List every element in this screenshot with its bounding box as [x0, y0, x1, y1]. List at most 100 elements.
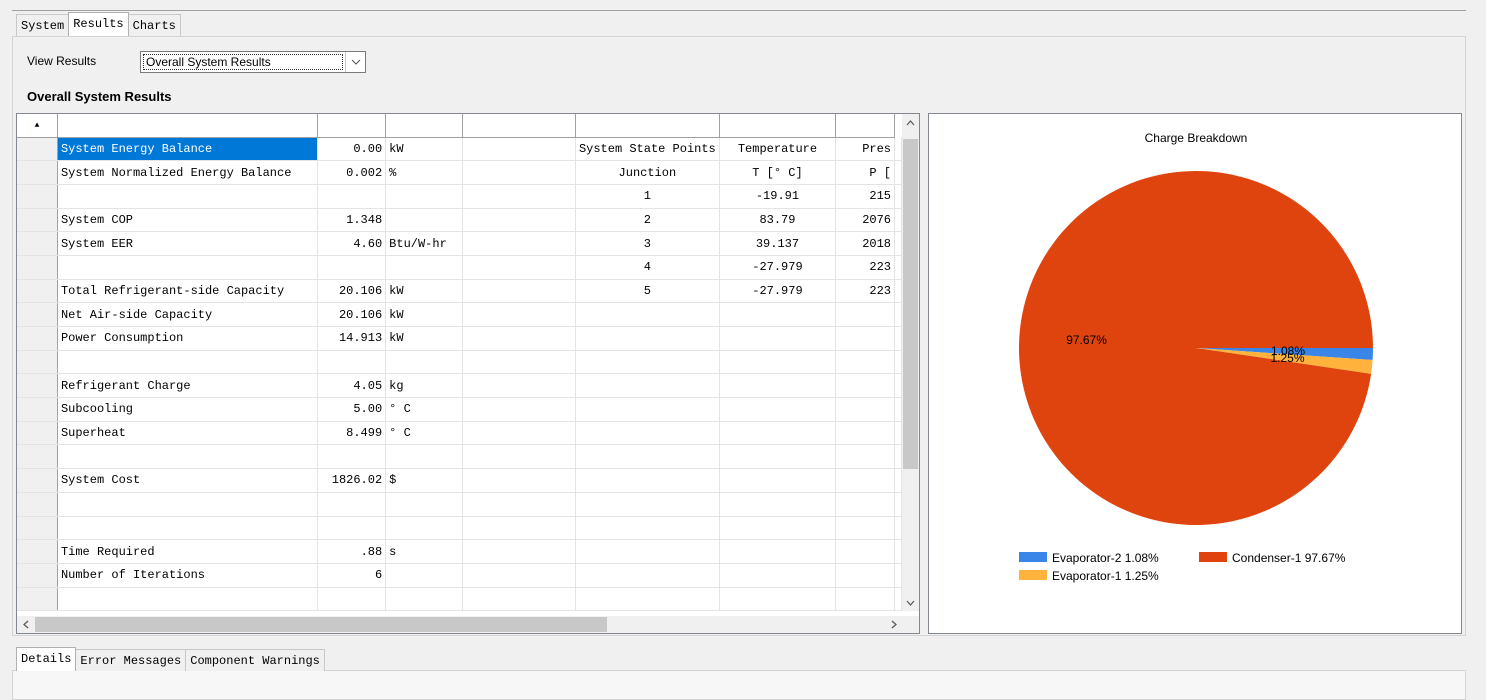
table-cell[interactable] [835, 350, 895, 375]
row-header[interactable] [17, 492, 58, 517]
column-header[interactable] [719, 114, 837, 138]
table-cell[interactable] [385, 516, 463, 541]
column-header[interactable] [462, 114, 576, 138]
table-cell[interactable] [317, 350, 387, 375]
table-cell[interactable]: System Cost [57, 468, 318, 493]
table-cell[interactable]: 4.60 [317, 231, 387, 256]
table-cell[interactable]: kW [385, 302, 463, 327]
table-cell[interactable] [894, 302, 902, 327]
row-header[interactable] [17, 373, 58, 399]
table-cell[interactable]: Pres [835, 137, 895, 162]
table-cell[interactable] [462, 279, 576, 304]
scroll-down-icon[interactable] [902, 594, 919, 611]
table-cell[interactable] [894, 373, 902, 399]
table-cell[interactable] [835, 326, 895, 351]
column-header[interactable] [385, 114, 463, 138]
table-cell[interactable] [894, 516, 902, 541]
table-cell[interactable]: System COP [57, 208, 318, 233]
table-cell[interactable] [462, 587, 576, 611]
table-cell[interactable]: 3 [575, 231, 720, 256]
table-cell[interactable] [385, 444, 463, 470]
table-row[interactable]: Power Consumption 14.913 kW [17, 326, 902, 351]
vertical-scrollbar[interactable] [902, 114, 919, 611]
table-row[interactable]: System COP 1.348 2 83.79 2076 [17, 208, 902, 233]
table-cell[interactable]: kW [385, 279, 463, 304]
table-cell[interactable] [719, 563, 837, 588]
table-cell[interactable] [385, 184, 463, 209]
table-cell[interactable] [894, 397, 902, 422]
row-header[interactable] [17, 539, 58, 564]
table-cell[interactable] [894, 184, 902, 209]
table-cell[interactable] [575, 397, 720, 422]
tab-error-messages[interactable]: Error Messages [75, 649, 187, 671]
table-row[interactable]: System Normalized Energy Balance 0.002% Ju… [17, 160, 902, 185]
table-cell[interactable] [835, 492, 895, 517]
table-cell[interactable] [719, 397, 837, 422]
table-row[interactable]: System EER 4.60 Btu/W-hr 3 39.137 2018 [17, 231, 902, 256]
table-cell[interactable]: System Normalized Energy Balance [57, 160, 318, 185]
table-cell[interactable]: 5.00 [317, 397, 387, 422]
row-header[interactable] [17, 468, 58, 493]
table-cell[interactable] [462, 421, 576, 446]
row-header[interactable] [17, 421, 58, 446]
table-cell[interactable]: 2018 [835, 231, 895, 256]
table-row[interactable]: System Cost 1826.02 $ [17, 468, 902, 493]
table-cell[interactable] [835, 468, 895, 493]
table-cell[interactable] [835, 421, 895, 446]
row-header[interactable] [17, 350, 58, 375]
table-cell[interactable]: T [° C] [719, 160, 837, 185]
table-cell[interactable] [462, 444, 576, 470]
table-cell[interactable] [719, 326, 837, 351]
view-results-select[interactable]: Overall System Results [140, 51, 366, 73]
table-cell[interactable]: Junction [575, 160, 720, 185]
table-cell[interactable]: 223 [835, 255, 895, 280]
tab-component-warnings[interactable]: Component Warnings [185, 649, 325, 671]
table-cell[interactable] [462, 373, 576, 399]
table-cell[interactable] [462, 326, 576, 351]
table-row[interactable]: Total Refrigerant-side Capacity 20.106 kW 5… [17, 279, 902, 304]
table-cell[interactable] [835, 302, 895, 327]
column-header[interactable] [575, 114, 720, 138]
tab-charts[interactable]: Charts [127, 14, 181, 36]
table-cell[interactable] [462, 397, 576, 422]
table-cell[interactable]: ° C [385, 421, 463, 446]
row-header[interactable] [17, 516, 58, 541]
table-cell[interactable] [385, 208, 463, 233]
table-cell[interactable] [57, 492, 318, 517]
table-cell[interactable]: 8.499 [317, 421, 387, 446]
table-cell[interactable] [894, 421, 902, 446]
table-row[interactable] [17, 444, 902, 470]
table-cell[interactable]: 5 [575, 279, 720, 304]
table-cell[interactable]: 6 [317, 563, 387, 588]
table-cell[interactable]: Power Consumption [57, 326, 318, 351]
table-cell[interactable]: 20.106 [317, 302, 387, 327]
column-header[interactable] [835, 114, 895, 138]
table-cell[interactable] [835, 587, 895, 611]
column-header[interactable] [317, 114, 387, 138]
table-cell[interactable] [719, 587, 837, 611]
table-cell[interactable] [462, 468, 576, 493]
table-cell[interactable]: 14.913 [317, 326, 387, 351]
table-cell[interactable] [894, 539, 902, 564]
table-row[interactable]: 4 -27.979 223 [17, 255, 902, 280]
table-cell[interactable] [57, 184, 318, 209]
tab-system[interactable]: System [16, 14, 70, 36]
table-cell[interactable]: kg [385, 373, 463, 399]
table-row[interactable]: Refrigerant Charge 4.05 kg [17, 373, 902, 399]
table-cell[interactable] [719, 350, 837, 375]
horizontal-scroll-thumb[interactable] [35, 617, 607, 632]
table-cell[interactable] [894, 444, 902, 470]
row-header[interactable] [17, 444, 58, 470]
row-header[interactable] [17, 563, 58, 588]
table-cell[interactable] [317, 492, 387, 517]
table-cell[interactable] [719, 444, 837, 470]
table-row[interactable] [17, 492, 902, 517]
table-cell[interactable]: Net Air-side Capacity [57, 302, 318, 327]
column-header[interactable] [57, 114, 318, 138]
table-cell[interactable] [575, 302, 720, 327]
table-cell[interactable] [894, 492, 902, 517]
row-header[interactable] [17, 279, 58, 304]
table-cell[interactable]: 4.05 [317, 373, 387, 399]
table-cell[interactable] [894, 208, 902, 233]
table-cell[interactable] [57, 587, 318, 611]
